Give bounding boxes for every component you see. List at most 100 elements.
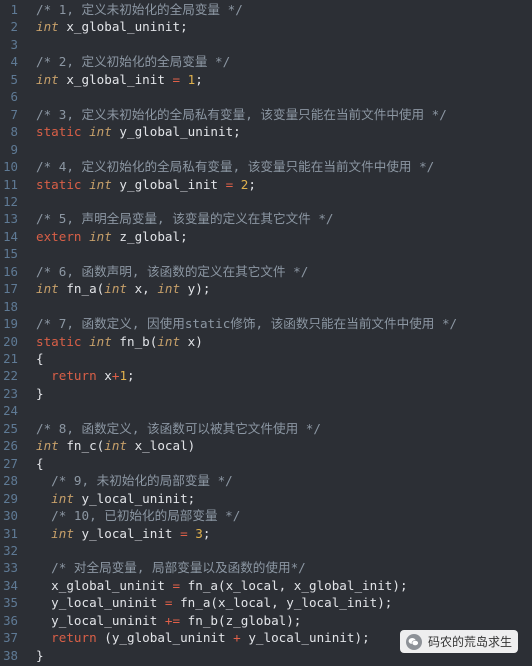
code-text: static int fn_b(int x) [36,333,203,350]
code-line[interactable]: 35 y_local_uninit = fn_a(x_local, y_loca… [0,594,532,611]
code-line[interactable]: 16 /* 6, 函数声明, 该函数的定义在其它文件 */ [0,263,532,280]
watermark-label: 码农的荒岛求生 [427,635,512,649]
code-line[interactable]: 25 /* 8, 函数定义, 该函数可以被其它文件使用 */ [0,420,532,437]
code-token-comment: /* 对全局变量, 局部变量以及函数的使用*/ [51,560,306,576]
code-line[interactable]: 29 int y_local_uninit; [0,490,532,507]
code-text: { [36,350,44,367]
code-token-plain: x_global_init [58,71,173,87]
code-line[interactable]: 23} [0,385,532,402]
code-token-type: int [36,71,59,87]
code-line[interactable]: 2 int x_global_uninit; [0,18,532,35]
code-text: int fn_a(int x, int y); [36,280,210,297]
code-text: /* 8, 函数定义, 该函数可以被其它文件使用 */ [36,420,321,437]
code-line[interactable]: 20 static int fn_b(int x) [0,333,532,350]
code-token-comment: /* 3, 定义未初始化的全局私有变量, 该变量只能在当前文件中使用 */ [36,106,447,122]
code-line[interactable]: 1 /* 1, 定义未初始化的全局变量 */ [0,1,532,18]
code-token-plain: x, [127,281,158,297]
code-line[interactable]: 34 x_global_uninit = fn_a(x_local, x_glo… [0,577,532,594]
line-number: 1 [10,2,18,17]
code-line[interactable]: 31 int y_local_init = 3; [0,525,532,542]
code-line[interactable]: 11 static int y_global_init = 2; [0,176,532,193]
code-line[interactable]: 33 /* 对全局变量, 局部变量以及函数的使用*/ [0,559,532,576]
code-line[interactable]: 7 /* 3, 定义未初始化的全局私有变量, 该变量只能在当前文件中使用 */ [0,106,532,123]
code-text: /* 10, 已初始化的局部变量 */ [36,507,240,524]
code-line[interactable]: 13 /* 5, 声明全局变量, 该变量的定义在其它文件 */ [0,210,532,227]
code-line[interactable]: 28 /* 9, 未初始化的局部变量 */ [0,472,532,489]
code-token-plain: y_global_init [111,176,226,192]
code-token-type: int [104,438,127,454]
line-number: 20 [3,333,18,349]
code-text: /* 2, 定义初始化的全局变量 */ [36,53,230,70]
code-token-kw: return [51,630,97,646]
code-line[interactable]: 36 y_local_uninit += fn_b(z_global); [0,612,532,629]
code-text: /* 1, 定义未初始化的全局变量 */ [36,1,243,18]
code-line[interactable]: 14 extern int z_global; [0,228,532,245]
code-token-plain: z_global; [111,228,188,244]
code-token-plain: x) [180,333,203,349]
code-editor[interactable]: 1 /* 1, 定义未初始化的全局变量 */ 2 int x_global_unini… [0,0,532,666]
code-line[interactable]: 21 { [0,350,532,367]
code-line[interactable]: 3 [0,36,532,53]
line-number: 14 [3,228,18,244]
code-token-num: 3 [195,525,203,541]
code-line[interactable]: 9 [0,141,532,158]
code-token-num: 1 [119,368,128,384]
code-line[interactable]: 10 /* 4, 定义初始化的全局私有变量, 该变量只能在当前文件中使用 */ [0,158,532,175]
line-number: 23 [3,385,18,401]
code-token-plain: { [36,455,44,471]
code-line[interactable]: 19 /* 7, 函数定义, 因使用static修饰, 该函数只能在当前文件中使用… [0,315,532,332]
line-number: 2 [10,19,18,35]
code-line[interactable]: 8 static int y_global_uninit; [0,123,532,140]
code-token-type: int [89,176,112,192]
code-token-plain: fn_b( [111,333,158,349]
code-token-plain: fn_a(x_local, x_global_init); [180,577,408,593]
code-line[interactable]: 12 [0,193,532,210]
code-token-plain: (y_global_uninit [96,630,234,646]
code-line[interactable]: 22 return x+1; [0,367,532,384]
code-line[interactable]: 5 int x_global_init = 1; [0,71,532,88]
line-number: 4 [10,54,18,70]
code-token-kw: return [51,368,97,384]
code-line[interactable]: 15 [0,245,532,262]
code-token-kw: static [36,333,82,349]
line-number: 9 [10,141,18,157]
code-text: /* 6, 函数声明, 该函数的定义在其它文件 */ [36,263,308,280]
code-token-comment: /* 9, 未初始化的局部变量 */ [51,473,233,489]
line-number: 32 [3,542,18,558]
line-number: 33 [3,560,18,576]
code-line[interactable]: 6 [0,88,532,105]
line-number: 25 [3,420,18,436]
code-line[interactable]: 32 [0,542,532,559]
code-token-comment: /* 5, 声明全局变量, 该变量的定义在其它文件 */ [36,211,334,227]
code-line[interactable]: 18 [0,298,532,315]
code-line[interactable]: 26 int fn_c(int x_local) [0,437,532,454]
code-line[interactable]: 24 [0,402,532,419]
code-line[interactable]: 17 int fn_a(int x, int y); [0,280,532,297]
line-number: 35 [3,595,18,611]
code-token-plain: x_global_uninit; [58,19,188,35]
code-token-op: = [172,577,181,593]
code-line[interactable]: 30 /* 10, 已初始化的局部变量 */ [0,507,532,524]
code-line[interactable]: 27 { [0,455,532,472]
code-text: return (y_global_uninit + y_local_uninit… [36,629,369,646]
code-token-type: int [89,228,112,244]
watermark-badge: 码农的荒岛求生 [399,630,518,653]
code-line[interactable]: 4 /* 2, 定义初始化的全局变量 */ [0,53,532,70]
code-token-plain: x_global_uninit [36,577,173,593]
code-token-comment: /* 8, 函数定义, 该函数可以被其它文件使用 */ [36,420,321,436]
code-token-op: = [180,525,188,541]
code-token-comment: /* 2, 定义初始化的全局变量 */ [36,54,231,70]
code-token-op: + [233,630,241,646]
code-text: y_local_uninit += fn_b(z_global); [36,612,301,629]
code-token-plain: ; [202,525,211,541]
code-text: /* 9, 未初始化的局部变量 */ [36,472,233,489]
code-token-type: int [36,281,59,297]
code-token-plain: y_local_init [73,525,181,541]
code-token-kw: static [36,124,82,140]
